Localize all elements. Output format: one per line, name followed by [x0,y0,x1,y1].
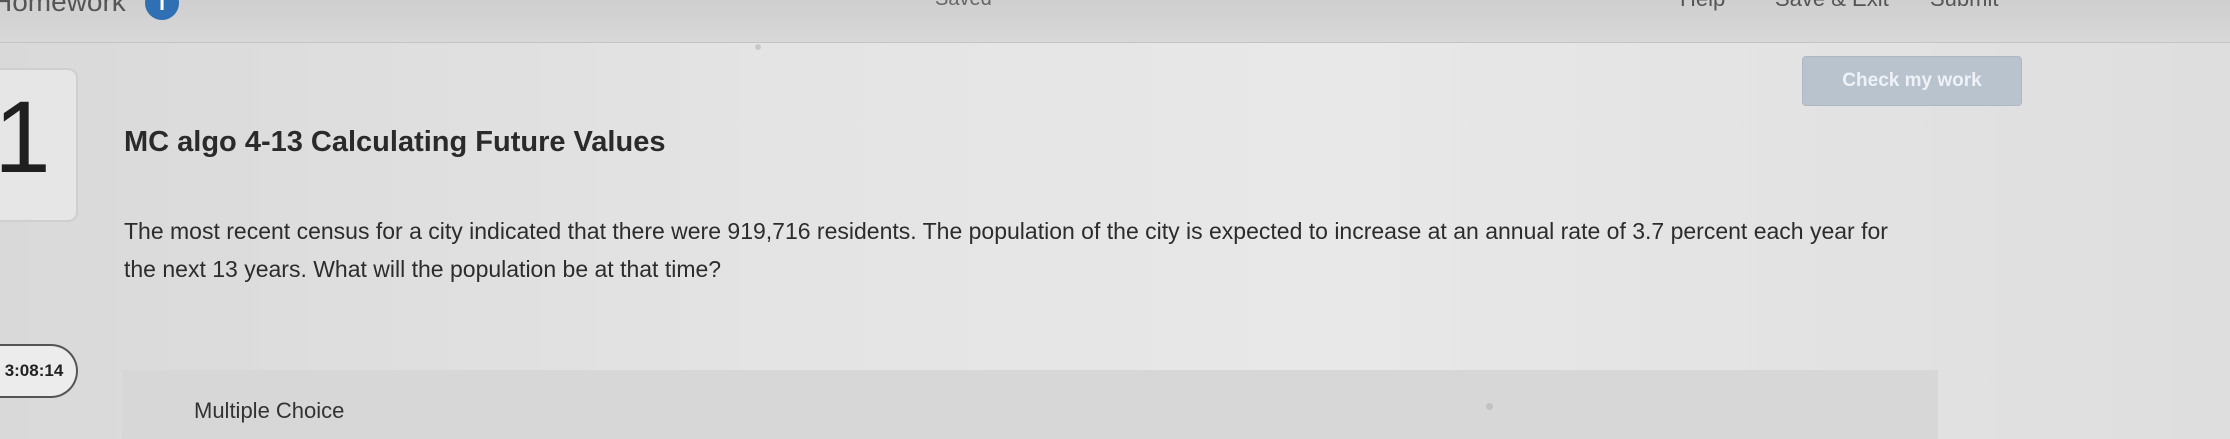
info-icon[interactable]: i [145,0,179,20]
answer-panel [122,370,1938,439]
decorative-dot [1486,403,1493,410]
submit-link[interactable]: Submit [1930,0,1998,12]
question-text: The most recent census for a city indica… [124,218,1888,282]
decorative-dot [755,44,761,50]
top-toolbar: Homework i Saved Help Save & Exit Submit [0,0,2230,43]
timer[interactable]: 3:08:14 [0,344,78,398]
assignment-title: Homework [0,0,126,17]
question-title: MC algo 4-13 Calculating Future Values [124,126,666,158]
help-link[interactable]: Help [1680,0,1725,12]
answer-type-label: Multiple Choice [194,398,345,423]
save-exit-link[interactable]: Save & Exit [1775,0,1889,12]
saved-status: Saved [935,0,992,11]
question-number: 1 [0,80,51,194]
check-my-work-button[interactable]: Check my work [1802,56,2022,106]
